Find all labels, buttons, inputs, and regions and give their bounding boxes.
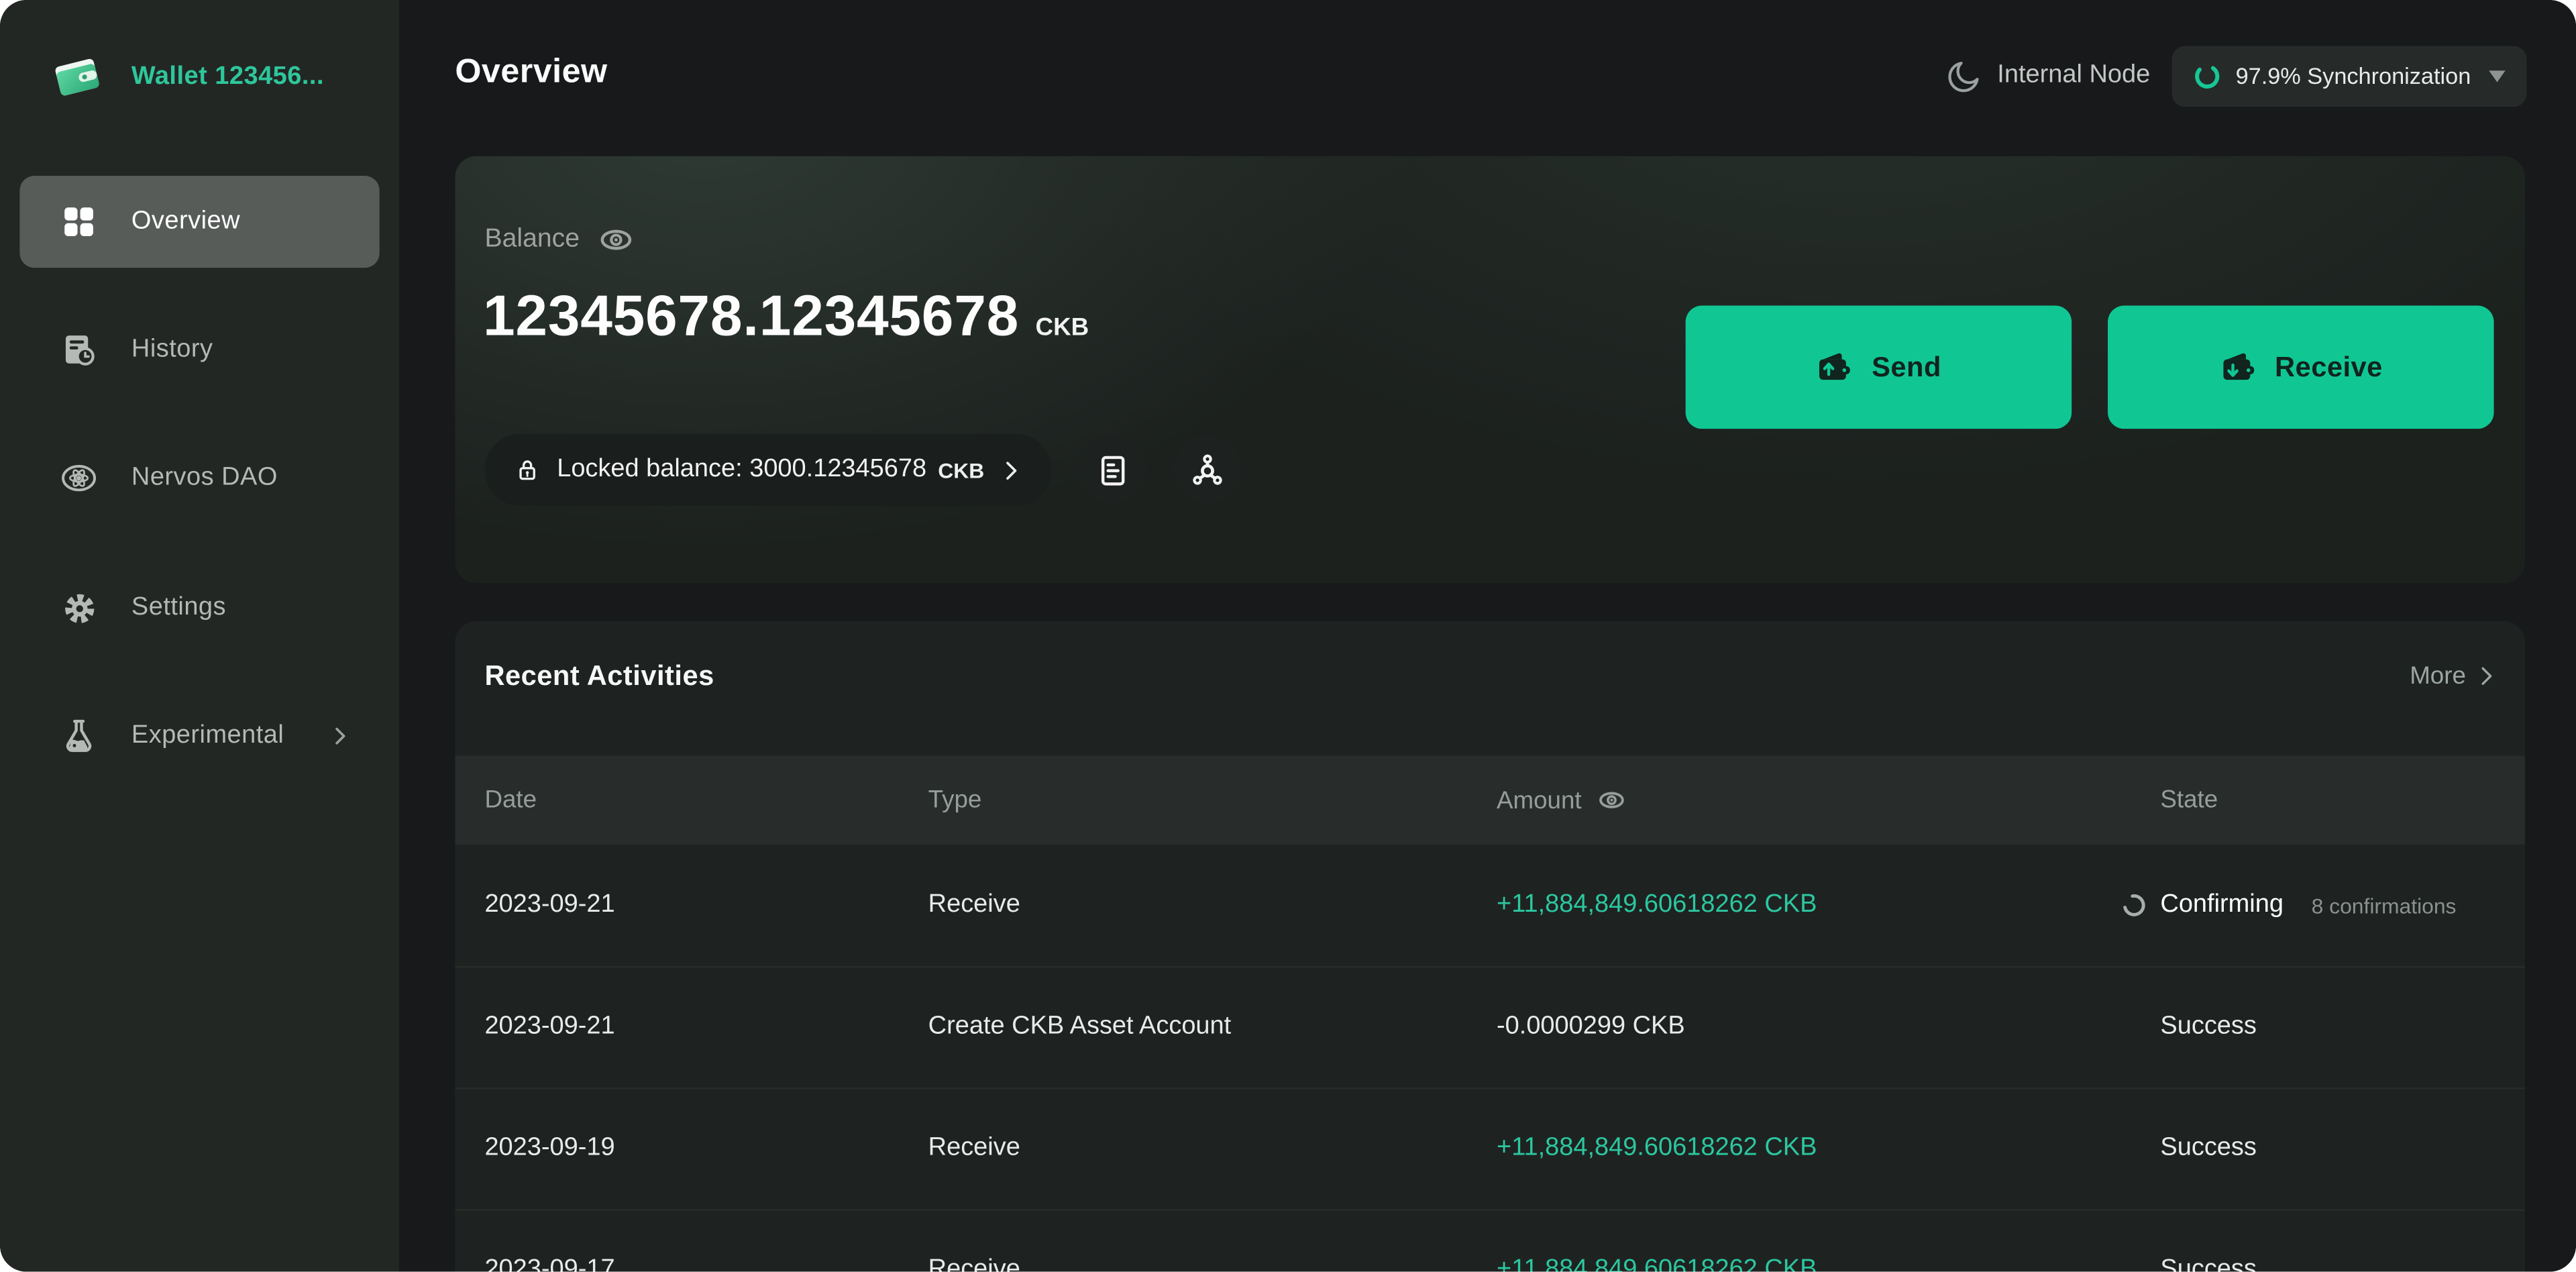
sidebar-item-experimental[interactable]: Experimental [19,690,379,782]
cell-amount: +11,884,849.60618262 CKB [1497,1134,1817,1163]
eye-icon[interactable] [1597,786,1626,815]
node-label: Internal Node [1997,61,2150,91]
main-content: Overview Internal Node 97.9% Synchroniza… [399,0,2576,1272]
sidebar-item-label: History [131,335,213,365]
cell-list-button[interactable] [1078,435,1147,505]
table-row[interactable]: 2023-09-21 Receive +11,884,849.60618262 … [455,845,2525,966]
receive-label: Receive [2275,351,2383,384]
grid-icon [59,202,99,242]
column-header-date: Date [484,786,537,814]
gear-icon [59,588,99,628]
cell-state: Success [2160,1255,2256,1271]
page-title: Overview [455,52,607,92]
balance-value: 12345678.12345678 [483,284,1019,350]
column-header-type: Type [928,786,982,814]
wallet-logo-icon [51,51,103,103]
lock-icon [513,455,542,484]
send-label: Send [1872,351,1941,384]
asset-hub-button[interactable] [1173,435,1242,505]
state-text: Confirming [2160,890,2284,920]
sync-progress-icon [2193,62,2221,90]
sidebar-item-settings[interactable]: Settings [19,562,379,654]
hub-network-icon [1188,450,1228,490]
cell-state: Success [2160,1134,2256,1163]
document-list-icon [1093,451,1131,488]
history-icon [59,330,99,370]
caret-down-icon [2489,70,2505,81]
cell-amount: +11,884,849.60618262 CKB [1497,890,1817,920]
cell-date: 2023-09-21 [484,890,614,920]
wallet-receive-icon [2219,348,2257,386]
wallet-send-icon [1816,348,1854,386]
wallet-name: Wallet 123456... [131,62,324,92]
more-link[interactable]: More [2410,662,2499,690]
receive-button[interactable]: Receive [2108,306,2494,429]
cell-amount: +11,884,849.60618262 CKB [1497,1255,1817,1271]
table-header-row: Date Type Amount State [455,756,2525,845]
cell-state: Success [2160,1012,2256,1042]
sidebar-item-overview[interactable]: Overview [19,176,379,268]
sync-status-dropdown[interactable]: 97.9% Synchronization [2171,45,2526,106]
sidebar-item-nervos-dao[interactable]: Nervos DAO [19,432,379,524]
cell-type: Create CKB Asset Account [928,1012,1232,1042]
locked-balance-button[interactable]: Locked balance: 3000.12345678 CKB [484,434,1051,507]
cell-amount: -0.0000299 CKB [1497,1012,1685,1042]
cell-date: 2023-09-21 [484,1012,614,1042]
table-row[interactable]: 2023-09-21 Create CKB Asset Account -0.0… [455,966,2525,1088]
sidebar-item-label: Settings [131,593,226,623]
send-button[interactable]: Send [1686,306,2072,429]
more-label: More [2410,662,2466,690]
cell-type: Receive [928,1255,1020,1271]
chevron-right-icon [2474,664,2499,688]
wallet-selector[interactable]: Wallet 123456... [0,30,399,125]
table-row[interactable]: 2023-09-19 Receive +11,884,849.60618262 … [455,1088,2525,1209]
chevron-right-icon [327,723,353,749]
confirming-spinner-icon [2121,892,2147,918]
topbar-right: Internal Node 97.9% Synchronization [1945,44,2527,107]
balance-card: Balance 12345678.12345678 CKB [455,156,2525,584]
cell-type: Receive [928,1134,1020,1163]
table-row[interactable]: 2023-09-17 Receive +11,884,849.60618262 … [455,1209,2525,1271]
node-status: Internal Node [1945,56,2150,94]
cell-date: 2023-09-17 [484,1255,614,1271]
sidebar-item-label: Experimental [131,721,284,751]
column-header-amount: Amount [1497,786,1626,815]
recent-activities-card: Recent Activities More Date Type Amount [455,621,2525,1272]
cell-date: 2023-09-19 [484,1134,614,1163]
locked-balance-text: Locked balance: 3000.12345678 [557,455,926,484]
neuron-wallet-window: Wallet 123456... Overview [0,0,2576,1272]
cell-type: Receive [928,890,1020,920]
sidebar-item-label: Overview [131,207,240,237]
sidebar-item-label: Nervos DAO [131,464,278,493]
confirmations-count: 8 confirmations [2312,893,2457,918]
chevron-right-icon [999,458,1024,482]
recent-activities-title: Recent Activities [484,660,714,693]
sync-label: 97.9% Synchronization [2236,62,2471,89]
atom-icon [59,458,99,498]
balance-unit: CKB [1036,314,1089,342]
eye-icon[interactable] [598,222,634,258]
sidebar-item-history[interactable]: History [19,304,379,396]
cell-state: Confirming 8 confirmations [2121,890,2457,920]
column-header-state: State [2160,786,2218,814]
locked-balance-unit: CKB [938,458,984,482]
flask-icon [59,717,99,756]
sidebar: Wallet 123456... Overview [0,0,399,1272]
moon-icon[interactable] [1945,56,1982,94]
balance-label: Balance [484,225,580,255]
